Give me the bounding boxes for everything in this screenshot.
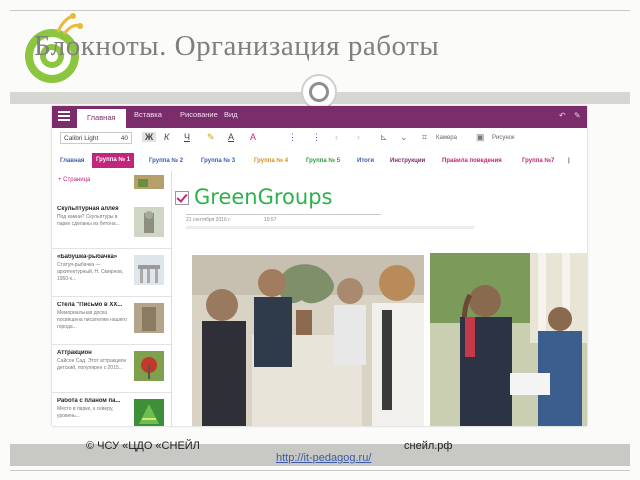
font-name-select[interactable]: Calibri Light 40 [60, 132, 132, 144]
page-item-title: Работа с планом па... [57, 398, 121, 404]
slide-frame-top [10, 10, 630, 11]
section-tab-group-7[interactable]: Группа №7 [518, 154, 558, 169]
footer-copyright: © ЧСУ «ЦДО «СНЕЙЛ [86, 440, 200, 452]
italic-button[interactable]: К [164, 132, 169, 142]
page-item-snippet: Под камни? Скульптуры в парке сделаны из… [57, 214, 120, 227]
presentation-slide: Блокноты. Организация работы Главная Вст… [0, 0, 640, 480]
camera-label[interactable]: Камера [436, 135, 457, 141]
outdent-icon[interactable]: ‹ [335, 132, 338, 142]
horizontal-scrollbar[interactable] [186, 226, 474, 229]
page-date: 21 сентября 2016 г. [186, 217, 231, 223]
group-photo-outdoor [430, 253, 587, 426]
undo-icon[interactable]: ↶ [559, 111, 566, 120]
onenote-window: Главная Вставка Рисование Вид ↶ ✎ Calibr… [52, 106, 587, 426]
picture-label[interactable]: Рисунок [492, 135, 515, 141]
page-thumbnail-1 [134, 207, 164, 237]
ribbon-tab-bar: Главная Вставка Рисование Вид ↶ ✎ [52, 106, 587, 128]
section-tab-group-1[interactable]: Группа № 1 [92, 153, 135, 168]
page-item-title: Аттракцион [57, 350, 92, 356]
tab-view[interactable]: Вид [224, 110, 238, 119]
section-tab-group-5[interactable]: Группа № 5 [302, 154, 344, 169]
slide-frame-bottom [10, 470, 630, 471]
picture-icon[interactable]: ▣ [476, 132, 485, 143]
section-tab-group-3[interactable]: Группа № 3 [197, 154, 239, 169]
page-thumbnail-4 [134, 351, 164, 381]
section-tab-group-2[interactable]: Группа № 2 [145, 154, 187, 169]
clear-format-button[interactable]: A [250, 132, 256, 142]
page-thumbnail-0 [134, 175, 164, 189]
bullet-list-icon[interactable]: ⋮ [288, 132, 297, 143]
section-separator: | [568, 158, 570, 164]
ring-ornament-icon [301, 74, 337, 110]
page-item-title: «Бабушка-рыбачка» [57, 254, 118, 260]
font-color-button[interactable]: A [228, 132, 234, 142]
underline-button[interactable]: Ч [184, 132, 190, 142]
page-item-snippet: Место в парке, к северу, уровень... [57, 406, 114, 419]
page-thumbnail-3 [134, 303, 164, 333]
page-item-title: Стела "Письмо в XX... [57, 302, 123, 308]
page-canvas[interactable]: GreenGroups 21 сентября 2016 г. 10:57 [172, 171, 587, 426]
section-tabs: Главная Группа № 1 Группа № 2 Группа № 3… [52, 150, 587, 172]
page-item-snippet: Мемориальная доска посвящена писателям н… [57, 310, 127, 330]
indent-icon[interactable]: › [357, 132, 360, 142]
section-tab-instructions[interactable]: Инструкции [386, 154, 429, 169]
footer-site: снейл.рф [404, 440, 453, 452]
page-item-snippet: Статуя-рыбачка — архитектурный, Н. Смирн… [57, 262, 124, 282]
add-page-button[interactable]: + Страница [58, 177, 90, 183]
tag-icon[interactable]: ⌗ [422, 132, 427, 143]
tab-insert[interactable]: Вставка [134, 110, 162, 119]
section-tab-results[interactable]: Итоги [353, 154, 378, 169]
hamburger-menu-icon[interactable] [58, 111, 70, 121]
checkbox-icon[interactable] [175, 191, 189, 205]
tab-draw[interactable]: Рисование [180, 110, 218, 119]
page-item-1[interactable]: Скульптурная аллея Под камни? Скульптуры… [52, 201, 171, 249]
page-thumbnail-5 [134, 399, 164, 426]
page-thumbnail-2 [134, 255, 164, 285]
footer-link[interactable]: http://it-pedagog.ru/ [276, 452, 371, 464]
section-tab-rules[interactable]: Правила поведения [438, 154, 506, 169]
slide-title: Блокноты. Организация работы [34, 30, 440, 62]
bold-button[interactable]: Ж [142, 132, 157, 142]
page-item-snippet: Сайсон Сад. Этот аттракцион детский, поп… [57, 358, 127, 371]
chevron-down-icon[interactable]: ⌄ [400, 132, 408, 143]
page-time: 10:57 [264, 217, 277, 223]
group-photo-indoor [192, 255, 424, 426]
title-underline [186, 214, 381, 215]
page-item-4[interactable]: Аттракцион Сайсон Сад. Этот аттракцион д… [52, 345, 171, 393]
page-title[interactable]: GreenGroups [194, 185, 332, 209]
chart-icon[interactable]: ⊾ [380, 132, 388, 143]
ribbon-toolbar: Calibri Light 40 Ж К Ч ✎ A A ⋮ ⋮ ‹ › ⊾ ⌄… [52, 128, 587, 151]
pages-pane: + Страница Скульптурная аллея Под камни?… [52, 171, 172, 426]
section-tab-group-4[interactable]: Группа № 4 [250, 154, 292, 169]
page-item-title: Скульптурная аллея [57, 206, 119, 212]
edit-pencil-icon[interactable]: ✎ [574, 111, 581, 120]
font-name-value: Calibri Light [64, 135, 99, 142]
highlight-button[interactable]: ✎ [207, 132, 215, 143]
page-item-2[interactable]: «Бабушка-рыбачка» Статуя-рыбачка — архит… [52, 249, 171, 297]
page-item-3[interactable]: Стела "Письмо в XX... Мемориальная доска… [52, 297, 171, 345]
page-item-5[interactable]: Работа с планом па... Место в парке, к с… [52, 393, 171, 426]
section-tab-main[interactable]: Главная [56, 154, 88, 169]
numbered-list-icon[interactable]: ⋮ [312, 132, 321, 143]
font-size-value[interactable]: 40 [121, 133, 128, 145]
tab-home[interactable]: Главная [77, 109, 126, 128]
